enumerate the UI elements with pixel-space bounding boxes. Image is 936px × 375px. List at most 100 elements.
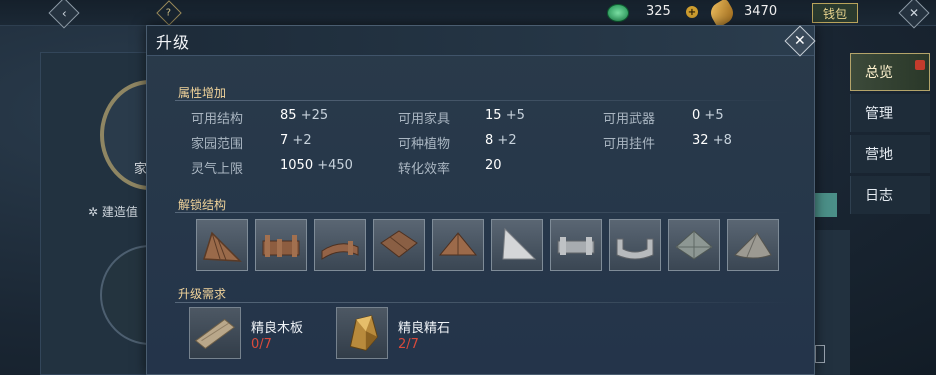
stone-pyramid-roof-icon: [675, 230, 713, 260]
attribute-current: 32: [692, 133, 709, 148]
help-icon[interactable]: ?: [156, 0, 182, 26]
section-divider: [175, 100, 790, 101]
wooden-floor-tile-structure[interactable]: [373, 219, 425, 271]
attribute-current: 20: [485, 158, 502, 173]
side-tab-bar: 总览 管理 营地 日志: [850, 53, 930, 217]
attribute-value: 32 +8: [692, 133, 732, 148]
wooden-fence-structure[interactable]: [255, 219, 307, 271]
requirement-count: 2/7: [398, 337, 419, 352]
wallet-button[interactable]: 钱包: [812, 3, 858, 23]
attribute-increase: +450: [317, 158, 353, 173]
close-menu-icon: ✕: [898, 0, 930, 29]
build-value-text: 建造值: [101, 205, 138, 219]
background-teal-block: [815, 193, 837, 217]
coin-count: 3470: [744, 4, 778, 19]
back-arrow-icon: ‹: [48, 0, 80, 29]
attribute-name: 可种植物: [398, 137, 451, 152]
attribute-item: 转化效率 20: [398, 158, 502, 177]
wood-plank-icon: [189, 307, 241, 359]
attribute-name: 可用结构: [191, 112, 244, 127]
stone-cone-roof-structure[interactable]: [727, 219, 779, 271]
attribute-name: 可用家具: [398, 112, 451, 127]
tab-label: 总览: [865, 65, 893, 81]
requirement-name: 精良木板: [251, 321, 304, 336]
tab-manage[interactable]: 管理: [850, 94, 930, 132]
attribute-current: 8: [485, 133, 494, 148]
tab-label: 日志: [865, 188, 893, 204]
requirements-section-title: 升级需求: [178, 287, 227, 301]
fine-stone-icon: [336, 307, 388, 359]
attribute-value: 1050 +450: [280, 158, 353, 173]
attribute-value: 85 +25: [280, 108, 328, 123]
wooden-floor-tile-icon: [380, 230, 418, 258]
attribute-item: 家园范围 7 +2: [191, 133, 312, 152]
jade-count: 325: [646, 4, 671, 19]
stone-triangle-floor-icon: [502, 227, 537, 260]
attribute-value: 8 +2: [485, 133, 517, 148]
curved-stone-wall-icon: [616, 238, 654, 260]
attribute-current: 7: [280, 133, 289, 148]
section-divider: [175, 212, 790, 213]
attribute-name: 转化效率: [398, 162, 451, 177]
curved-wooden-wall-structure[interactable]: [314, 219, 366, 271]
settings-button[interactable]: ✕: [896, 0, 932, 29]
tab-overview[interactable]: 总览: [850, 53, 930, 91]
wooden-ramp-icon: [203, 231, 242, 262]
wooden-pyramid-roof-structure[interactable]: [432, 219, 484, 271]
attribute-increase: +2: [497, 133, 517, 148]
wooden-fence-icon: [262, 235, 300, 257]
attribute-increase: +2: [292, 133, 312, 148]
coin-currency-icon: [706, 0, 738, 29]
attribute-name: 可用武器: [603, 112, 656, 127]
attribute-name: 家园范围: [191, 137, 244, 152]
back-button[interactable]: ‹: [46, 0, 82, 29]
tab-camp[interactable]: 营地: [850, 135, 930, 173]
attribute-item: 可种植物 8 +2: [398, 133, 517, 152]
attribute-current: 15: [485, 108, 502, 123]
stone-low-wall-structure[interactable]: [550, 219, 602, 271]
build-value-label: ✲ 建造值: [88, 203, 138, 220]
attribute-name: 灵气上限: [191, 162, 244, 177]
attribute-increase: +5: [704, 108, 724, 123]
attribute-current: 1050: [280, 158, 314, 173]
stone-low-wall-icon: [557, 237, 595, 255]
attribute-value: 15 +5: [485, 108, 525, 123]
stone-cone-roof-icon: [734, 232, 772, 259]
wooden-pyramid-roof-icon: [438, 232, 478, 256]
notification-badge: [915, 60, 925, 70]
attribute-value: 0 +5: [692, 108, 724, 123]
tab-label: 营地: [865, 147, 893, 163]
attribute-current: 85: [280, 108, 297, 123]
requirement-count: 0/7: [251, 337, 272, 352]
wooden-ramp-structure[interactable]: [196, 219, 248, 271]
jade-currency-icon: [607, 4, 629, 22]
top-bar: ‹ ? 325 + 3470 钱包 ✕: [0, 0, 936, 29]
attribute-item: 可用结构 85 +25: [191, 108, 328, 127]
curved-wooden-wall-icon: [321, 241, 359, 260]
attribute-increase: +8: [712, 133, 732, 148]
stone-triangle-floor-structure[interactable]: [491, 219, 543, 271]
attributes-section-title: 属性增加: [178, 86, 227, 100]
tab-label: 管理: [865, 106, 893, 122]
unlock-structure-list: [196, 219, 786, 273]
requirement-name: 精良精石: [398, 321, 451, 336]
background-small-box: [815, 345, 825, 363]
attribute-value: 20: [485, 158, 502, 173]
section-divider: [175, 302, 790, 303]
close-icon: ✕: [794, 32, 806, 49]
stone-pyramid-roof-structure[interactable]: [668, 219, 720, 271]
build-gear-icon: ✲: [88, 205, 102, 219]
unlock-section-title: 解锁结构: [178, 198, 227, 212]
attribute-item: 可用家具 15 +5: [398, 108, 525, 127]
attribute-item: 可用武器 0 +5: [603, 108, 724, 127]
upgrade-dialog: 升级 ✕ 属性增加 可用结构 85 +25 可用家具 15 +5 可用武器 0 …: [146, 25, 816, 375]
dialog-title: 升级: [156, 32, 191, 52]
attribute-item: 灵气上限 1050 +450: [191, 158, 353, 177]
add-currency-icon[interactable]: +: [686, 6, 698, 18]
help-symbol: ?: [166, 7, 172, 19]
attribute-increase: +25: [300, 108, 329, 123]
attribute-name: 可用挂件: [603, 137, 656, 152]
attribute-increase: +5: [505, 108, 525, 123]
curved-stone-wall-structure[interactable]: [609, 219, 661, 271]
tab-log[interactable]: 日志: [850, 176, 930, 214]
